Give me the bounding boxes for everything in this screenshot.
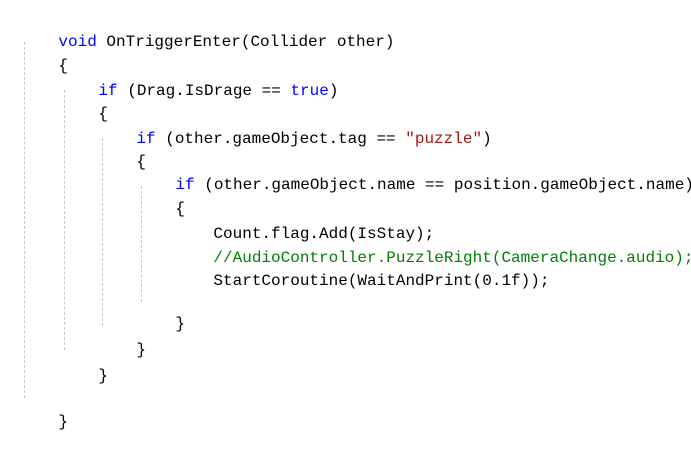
- statement-text: StartCoroutine(WaitAndPrint(0.1f));: [213, 272, 550, 290]
- condition-text: (Drag.IsDrage ==: [117, 82, 291, 100]
- code-line-open-brace-level3: {: [98, 126, 146, 171]
- code-line-close-brace-level2: }: [60, 340, 108, 385]
- method-signature-text: OnTriggerEnter(Collider other): [96, 33, 395, 51]
- code-line-close-brace-level4: }: [137, 288, 185, 333]
- close-brace: }: [98, 367, 109, 385]
- close-brace: }: [58, 413, 69, 431]
- code-line-count-flag-add: Count.flag.Add(IsStay);: [175, 198, 434, 243]
- code-line-if-name: if (other.gameObject.name == position.ga…: [137, 149, 691, 194]
- close-brace: }: [136, 341, 147, 359]
- code-line-close-brace-method: }: [20, 386, 68, 431]
- condition-text: (other.gameObject.name == position.gameO…: [194, 176, 691, 194]
- code-line-open-brace-level4: {: [137, 173, 185, 218]
- code-editor[interactable]: void OnTriggerEnter(Collider other) { if…: [0, 0, 691, 431]
- close-paren: ): [328, 82, 339, 100]
- keyword-true: true: [290, 82, 329, 100]
- code-line-start-coroutine: StartCoroutine(WaitAndPrint(0.1f));: [175, 245, 549, 290]
- condition-text: (other.gameObject.tag ==: [155, 130, 406, 148]
- string-literal: "puzzle": [405, 130, 483, 148]
- close-paren: ): [482, 130, 492, 148]
- close-brace: }: [175, 315, 186, 333]
- code-line-comment: //AudioController.PuzzleRight(CameraChan…: [175, 222, 691, 267]
- code-line-open-brace-level2: {: [60, 78, 108, 123]
- code-line-close-brace-level3: }: [98, 314, 146, 359]
- code-line-method-signature: void OnTriggerEnter(Collider other): [20, 6, 394, 51]
- code-line-if-drag: if (Drag.IsDrage == true): [60, 55, 338, 100]
- code-line-if-tag: if (other.gameObject.tag == "puzzle"): [98, 103, 491, 148]
- code-line-open-brace-method: {: [20, 30, 68, 75]
